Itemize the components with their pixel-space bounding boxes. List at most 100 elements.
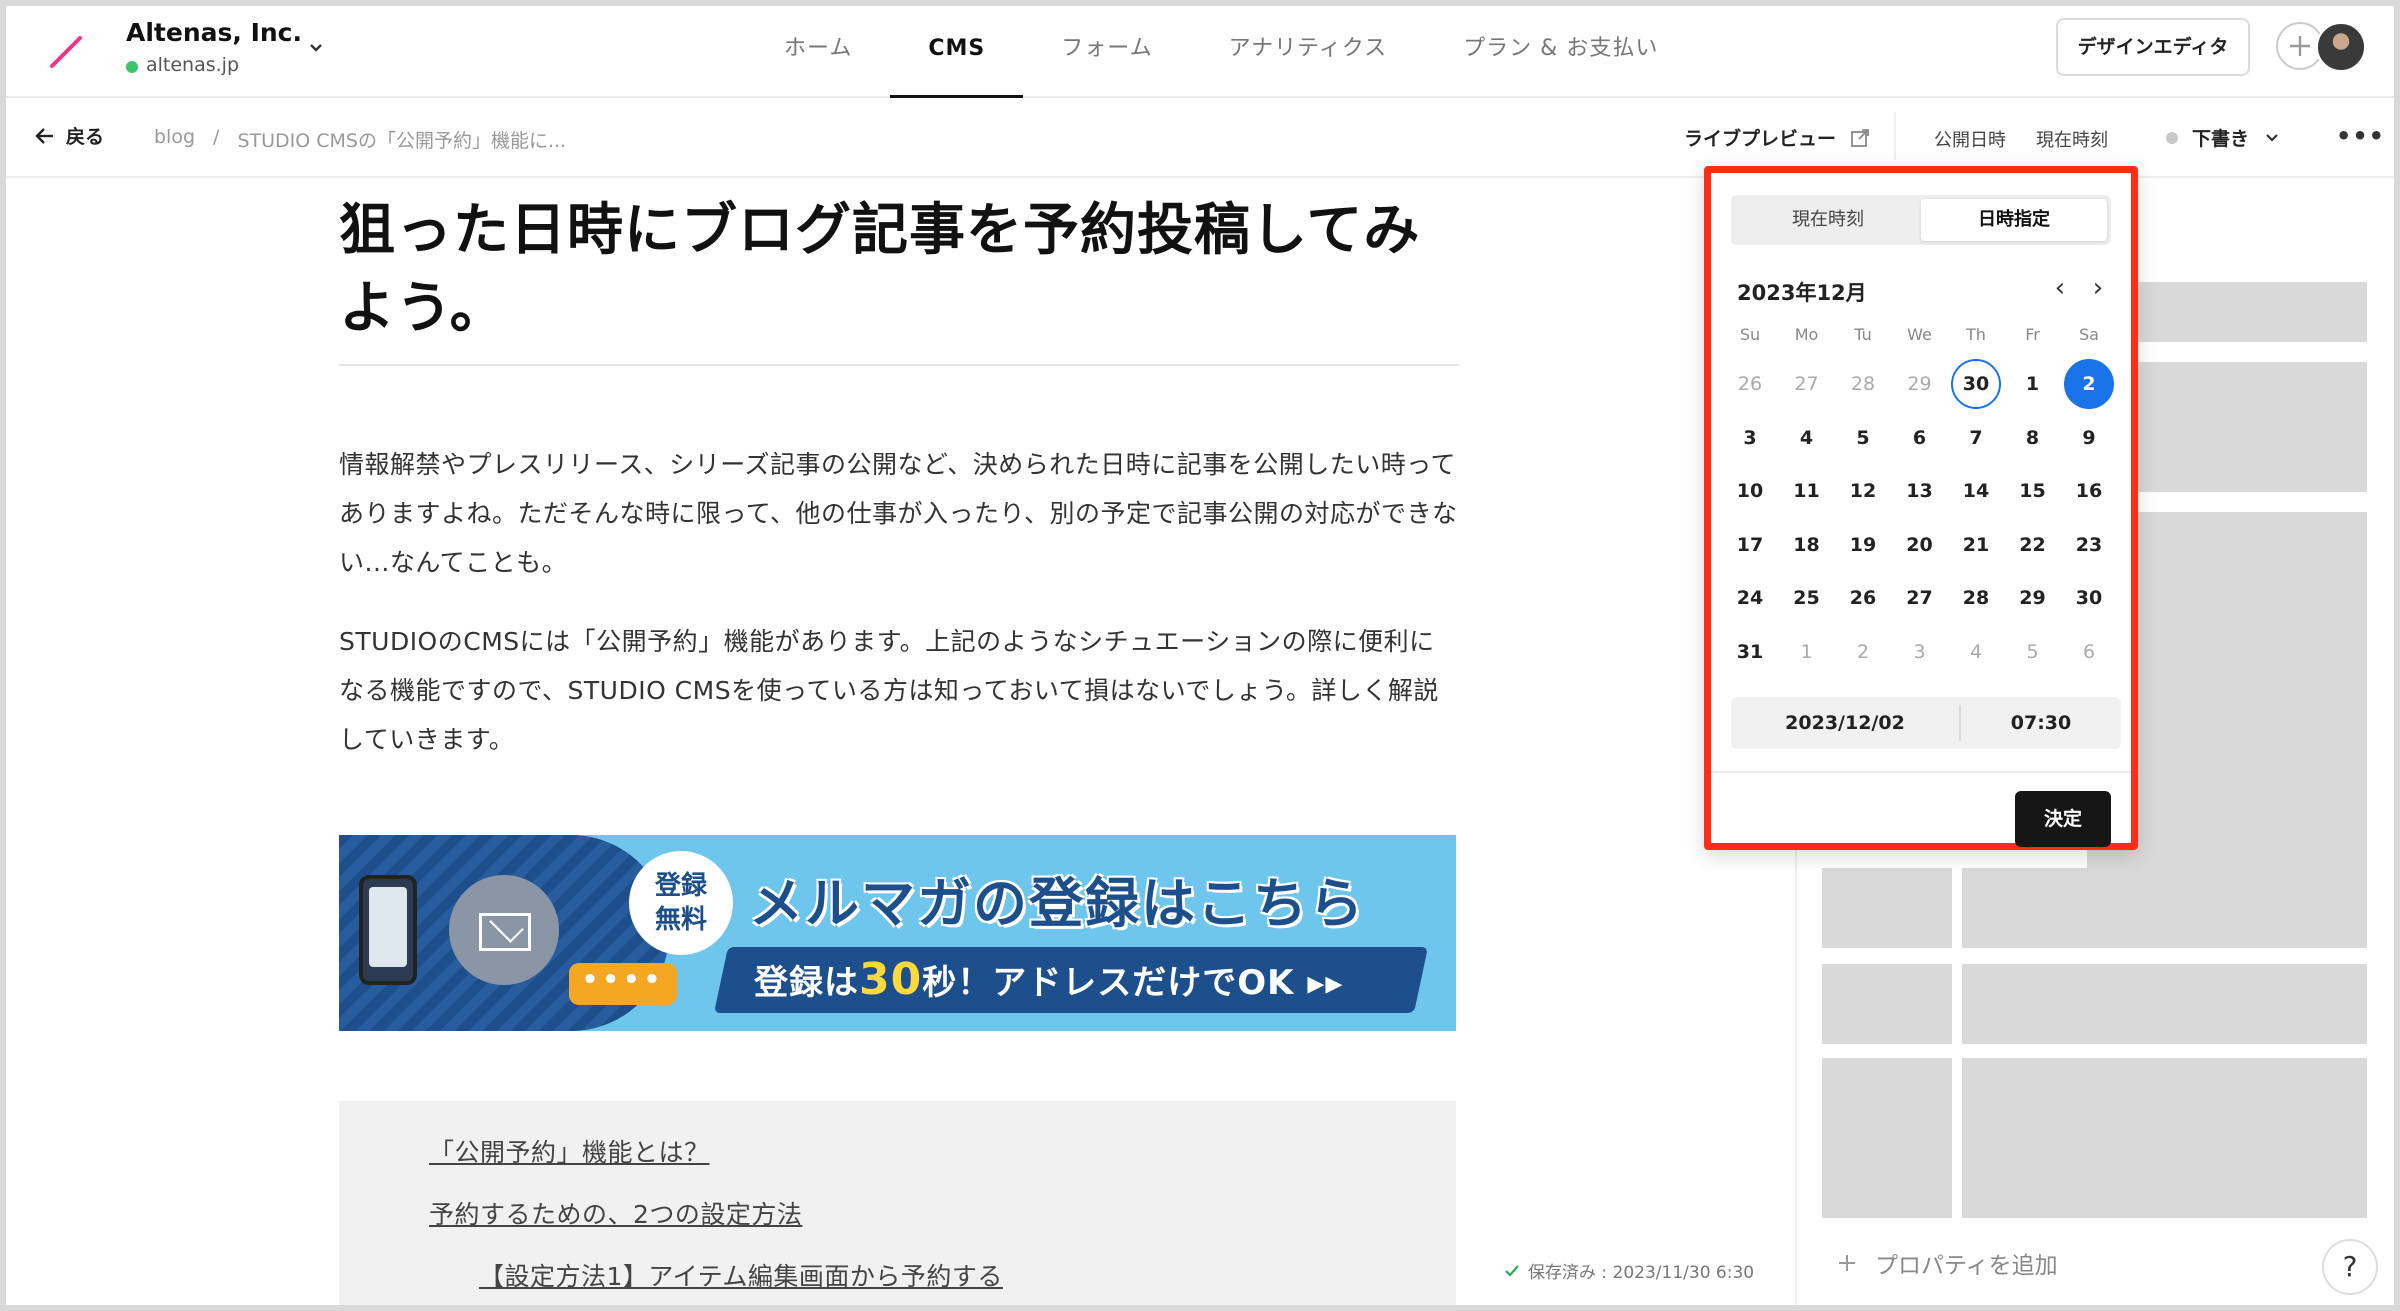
article-paragraph[interactable]: STUDIOのCMSには「公開予約」機能があります。上記のようなシチュエーション… — [339, 617, 1459, 764]
breadcrumb-blog[interactable]: blog — [154, 126, 195, 153]
calendar-day[interactable]: 2 — [1838, 627, 1888, 677]
calendar-day[interactable]: 12 — [1838, 466, 1888, 516]
add-property-button[interactable]: プロパティを追加 — [1837, 1246, 2058, 1280]
property-placeholder — [1822, 868, 1952, 948]
toc-link[interactable]: 予約するための、2つの設定方法 — [429, 1195, 802, 1231]
calendar-day[interactable]: 3 — [1725, 413, 1775, 463]
calendar-day[interactable]: 23 — [2064, 520, 2114, 570]
tab-now[interactable]: 現在時刻 — [1735, 199, 1921, 241]
calendar-day[interactable]: 8 — [2008, 413, 2058, 463]
live-preview-label: ライブプレビュー — [1684, 128, 1837, 150]
online-status-dot — [126, 61, 138, 73]
datetime-input: 2023/12/02 07:30 — [1731, 697, 2121, 749]
date-input[interactable]: 2023/12/02 — [1731, 697, 1959, 749]
calendar-day[interactable]: 15 — [2008, 466, 2058, 516]
calendar-day[interactable]: 27 — [1895, 573, 1945, 623]
calendar-day[interactable]: 5 — [2008, 627, 2058, 677]
toc-link[interactable]: 【設定方法1】アイテム編集画面から予約する — [479, 1257, 1003, 1293]
calendar-day[interactable]: 9 — [2064, 413, 2114, 463]
help-button[interactable]: ? — [2322, 1239, 2378, 1295]
calendar-day[interactable]: 1 — [2008, 359, 2058, 409]
publish-date-label[interactable]: 公開日時 — [1934, 126, 2006, 152]
check-icon — [1505, 1264, 1519, 1277]
calendar-day[interactable]: 4 — [1782, 413, 1832, 463]
calendar-day[interactable]: 13 — [1895, 466, 1945, 516]
calendar-day[interactable]: 29 — [1895, 359, 1945, 409]
tab-specify-datetime[interactable]: 日時指定 — [1921, 199, 2107, 241]
top-bar: Altenas, Inc. altenas.jp ホーム CMS フォーム アナ… — [6, 6, 2394, 98]
calendar-day[interactable]: 16 — [2064, 466, 2114, 516]
calendar-day[interactable]: 25 — [1782, 573, 1832, 623]
main-nav: ホーム CMS フォーム アナリティクス プラン & お支払い — [746, 6, 1696, 98]
article-paragraph[interactable]: 情報解禁やプレスリリース、シリーズ記事の公開など、決められた日時に記事を公開した… — [339, 440, 1459, 587]
calendar-day[interactable]: 19 — [1838, 520, 1888, 570]
table-of-contents: 「公開予約」機能とは？ 予約するための、2つの設定方法 【設定方法1】アイテム編… — [339, 1101, 1456, 1305]
calendar-day[interactable]: 22 — [2008, 520, 2058, 570]
calendar-day[interactable]: 27 — [1782, 359, 1832, 409]
nav-cms[interactable]: CMS — [890, 6, 1024, 98]
confirm-button[interactable]: 決定 — [2015, 791, 2111, 847]
calendar-day[interactable]: 1 — [1782, 627, 1832, 677]
back-label: 戻る — [66, 126, 105, 148]
weekday-label: Su — [1739, 325, 1761, 344]
calendar-day[interactable]: 18 — [1782, 520, 1832, 570]
calendar-day[interactable]: 6 — [1895, 413, 1945, 463]
time-input[interactable]: 07:30 — [1961, 697, 2121, 749]
calendar-day[interactable]: 30 — [2064, 573, 2114, 623]
calendar-day[interactable]: 21 — [1951, 520, 2001, 570]
app-window: Altenas, Inc. altenas.jp ホーム CMS フォーム アナ… — [6, 6, 2394, 1305]
calendar-day[interactable]: 4 — [1951, 627, 2001, 677]
chevron-right-icon[interactable]: › — [2083, 273, 2113, 303]
more-options-icon[interactable]: ••• — [2336, 122, 2385, 150]
calendar-day[interactable]: 17 — [1725, 520, 1775, 570]
weekday-label: Fr — [2025, 325, 2040, 344]
calendar-day[interactable]: 28 — [1838, 359, 1888, 409]
toc-link[interactable]: 「公開予約」機能とは？ — [429, 1133, 710, 1169]
plus-icon — [1839, 1255, 1855, 1271]
calendar-day[interactable]: 11 — [1782, 466, 1832, 516]
calendar-day[interactable]: 28 — [1951, 573, 2001, 623]
calendar-day-today[interactable]: 30 — [1951, 359, 2001, 409]
calendar-day-selected[interactable]: 2 — [2064, 359, 2114, 409]
nav-plan-billing[interactable]: プラン & お支払い — [1425, 6, 1696, 98]
org-name[interactable]: Altenas, Inc. — [126, 18, 302, 47]
weekday-label: Tu — [1854, 325, 1872, 344]
status-dropdown[interactable]: 下書き — [2166, 124, 2281, 151]
calendar-day[interactable]: 26 — [1838, 573, 1888, 623]
add-property-label: プロパティを追加 — [1875, 1253, 2058, 1279]
design-editor-button[interactable]: デザインエディタ — [2056, 18, 2250, 76]
arrow-left-icon — [35, 127, 53, 144]
nav-analytics[interactable]: アナリティクス — [1191, 6, 1426, 98]
chevron-down-icon — [2266, 133, 2278, 142]
article-title[interactable]: 狙った日時にブログ記事を予約投稿してみよう。 — [339, 192, 1459, 348]
calendar-day[interactable]: 14 — [1951, 466, 2001, 516]
date-picker-popover: 現在時刻 日時指定 2023年12月 ‹ › Su Mo Tu We Th Fr Sa 26 2… — [1704, 166, 2138, 850]
calendar-day[interactable]: 26 — [1725, 359, 1775, 409]
calendar-day[interactable]: 24 — [1725, 573, 1775, 623]
status-label: 下書き — [2192, 128, 2250, 150]
calendar-day[interactable]: 5 — [1838, 413, 1888, 463]
studio-logo-icon[interactable] — [46, 32, 86, 72]
calendar-day[interactable]: 29 — [2008, 573, 2058, 623]
chevron-down-icon[interactable] — [306, 38, 326, 58]
nav-form[interactable]: フォーム — [1023, 6, 1190, 98]
org-domain: altenas.jp — [146, 54, 240, 76]
back-button[interactable]: 戻る — [34, 122, 104, 149]
nav-home[interactable]: ホーム — [746, 6, 890, 98]
newsletter-banner-image[interactable]: •••• 登録 無料 メルマガの登録はこちら 登録は30秒！アドレスだけでOK … — [339, 835, 1456, 1031]
title-divider — [339, 364, 1459, 366]
live-preview-button[interactable]: ライブプレビュー — [1684, 124, 1870, 151]
calendar-day[interactable]: 3 — [1895, 627, 1945, 677]
weekday-label: Mo — [1794, 325, 1819, 344]
calendar-day[interactable]: 6 — [2064, 627, 2114, 677]
calendar-day[interactable]: 10 — [1725, 466, 1775, 516]
envelope-icon — [479, 913, 531, 951]
speech-dots: •••• — [569, 963, 677, 1005]
breadcrumb-separator: / — [213, 126, 220, 148]
user-avatar[interactable] — [2316, 22, 2366, 72]
publish-date-value[interactable]: 現在時刻 — [2036, 126, 2108, 152]
chevron-left-icon[interactable]: ‹ — [2045, 273, 2075, 303]
calendar-day[interactable]: 7 — [1951, 413, 2001, 463]
calendar-day[interactable]: 31 — [1725, 627, 1775, 677]
calendar-day[interactable]: 20 — [1895, 520, 1945, 570]
